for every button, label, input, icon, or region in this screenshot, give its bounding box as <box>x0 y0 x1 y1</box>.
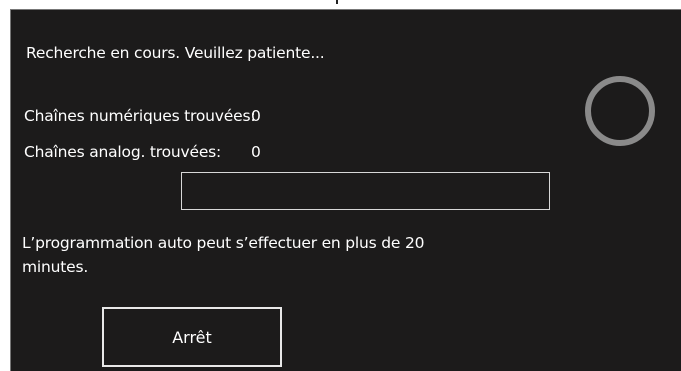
auto-scan-panel: Recherche en cours. Veuillez patiente...… <box>10 9 681 371</box>
digital-channels-label: Chaînes numériques trouvées: <box>24 107 256 125</box>
scan-status-text: Recherche en cours. Veuillez patiente... <box>26 44 325 62</box>
duration-note: L’programmation auto peut s’effectuer en… <box>22 234 425 276</box>
top-marker <box>336 0 338 4</box>
digital-channels-count: 0 <box>251 107 261 125</box>
analog-channels-label: Chaînes analog. trouvées: <box>24 143 222 161</box>
loading-ring-icon <box>585 76 655 146</box>
stop-button[interactable]: Arrêt <box>102 307 282 367</box>
scan-progress-bar <box>181 172 550 210</box>
analog-channels-count: 0 <box>251 143 261 161</box>
